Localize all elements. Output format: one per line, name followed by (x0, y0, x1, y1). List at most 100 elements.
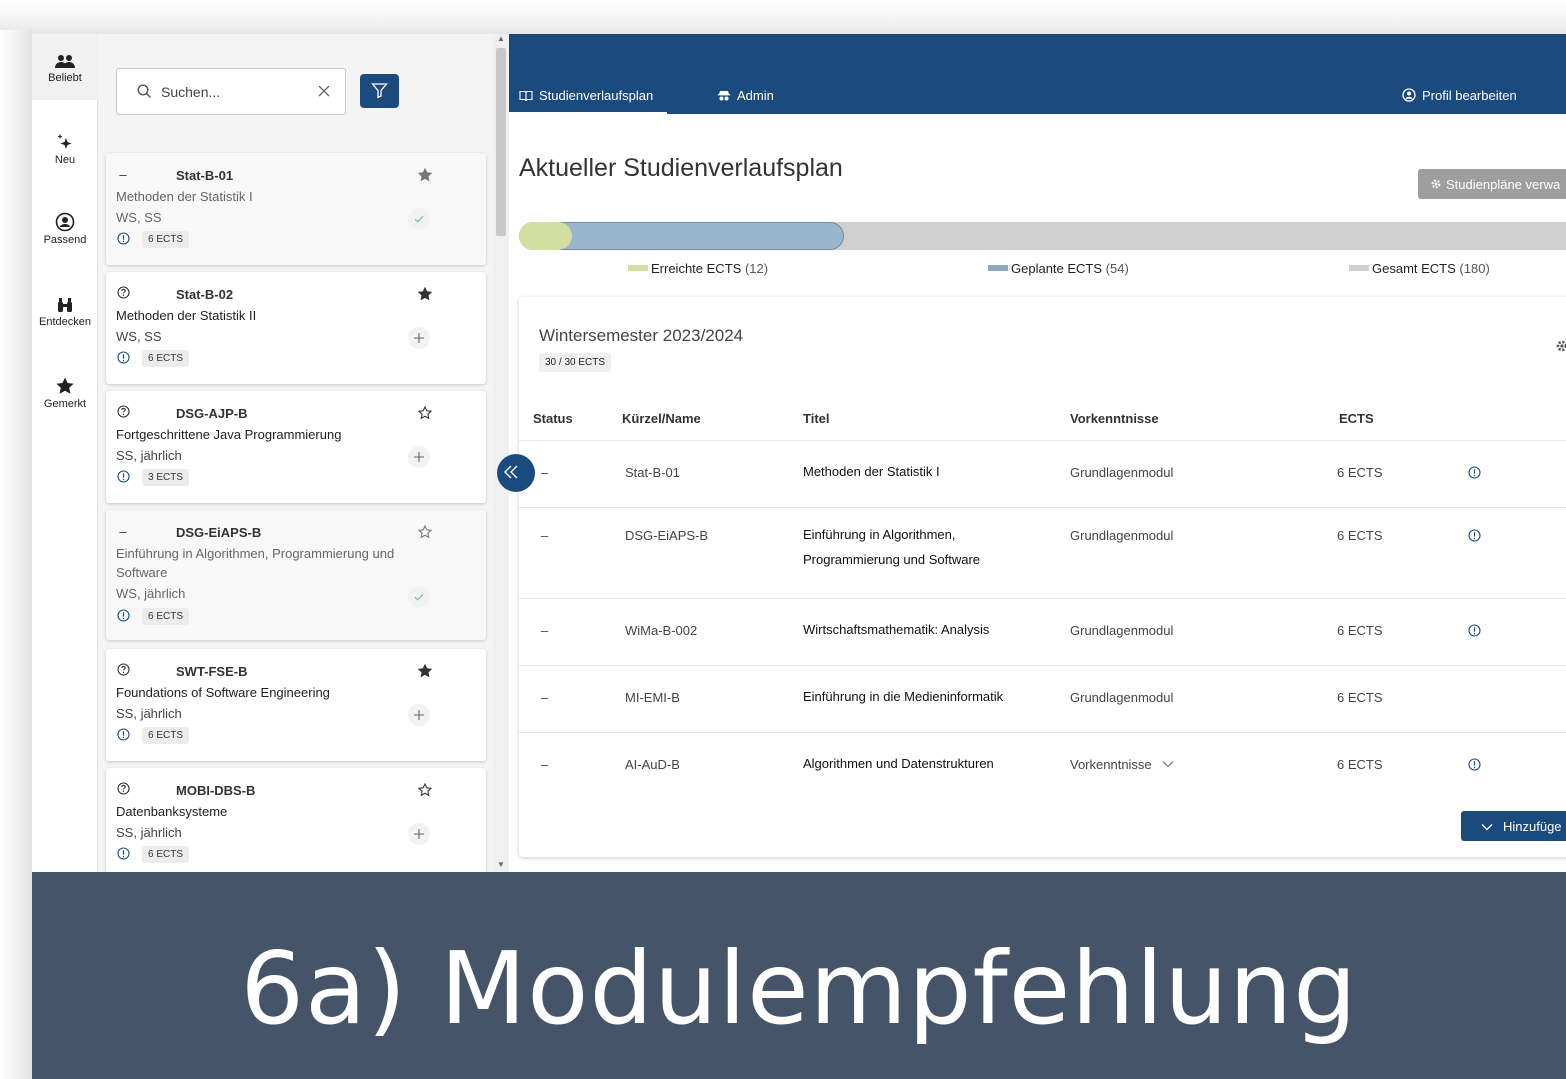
chevron-down-icon[interactable] (1162, 760, 1174, 768)
search-placeholder: Suchen... (161, 84, 221, 100)
filter-icon (371, 83, 388, 99)
add-to-plan-button[interactable] (408, 704, 430, 726)
module-status (116, 286, 130, 302)
star-filled-icon[interactable] (418, 287, 432, 301)
tab-studienverlaufsplan[interactable]: Studienverlaufsplan (519, 88, 653, 103)
legend-value: (180) (1459, 261, 1490, 276)
rail-item-gemerkt[interactable]: Gemerkt (32, 376, 98, 416)
collapse-panel-button[interactable] (497, 454, 535, 492)
added-indicator[interactable] (408, 586, 430, 608)
module-card[interactable]: MOBI-DBS-B Datenbanksysteme SS, jährlich… (106, 768, 486, 872)
info-icon[interactable] (117, 728, 130, 741)
module-status (116, 782, 130, 798)
row-title: Einführung in die Medieninformatik (803, 689, 1004, 704)
star-filled-icon[interactable] (418, 168, 432, 182)
added-indicator[interactable] (408, 208, 430, 230)
star-filled-icon[interactable] (418, 664, 432, 678)
status-dash: – (119, 524, 127, 539)
legend-swatch (1349, 265, 1369, 271)
info-icon[interactable] (1468, 529, 1481, 542)
add-to-plan-button[interactable] (408, 327, 430, 349)
gear-icon[interactable] (1555, 339, 1566, 353)
legend-label: Erreichte ECTS (651, 261, 742, 276)
star-icon (56, 377, 74, 394)
profile-edit-link[interactable]: Profil bearbeiten (1402, 88, 1517, 103)
profile-label: Profil bearbeiten (1422, 88, 1517, 103)
table-row[interactable]: – WiMa-B-002 Wirtschaftsmathematik: Anal… (519, 598, 1566, 665)
rail-item-beliebt[interactable]: Beliebt (32, 34, 98, 100)
info-icon[interactable] (117, 609, 130, 622)
table-row[interactable]: – DSG-EiAPS-B Einführung in Algorithmen,… (519, 507, 1566, 598)
rail-item-entdecken[interactable]: Entdecken (32, 296, 98, 336)
row-code: MI-EMI-B (625, 690, 680, 705)
progress-reached (519, 222, 572, 250)
backdrop-top (0, 0, 1566, 34)
star-outline-icon[interactable] (418, 525, 432, 539)
module-semester: SS, jährlich (116, 706, 182, 721)
info-icon[interactable] (117, 232, 130, 245)
legend-total: Gesamt ECTS (180) (1349, 261, 1490, 276)
row-status: – (541, 690, 549, 705)
row-prereq-label: Grundlagenmodul (1070, 690, 1174, 705)
module-ects-badge: 6 ECTS (142, 727, 190, 744)
column-header-ects: ECTS (1339, 411, 1374, 426)
active-tab-indicator (509, 112, 667, 114)
filter-button[interactable] (360, 74, 399, 108)
list-scrollbar[interactable]: ▲ ▼ (493, 34, 509, 872)
module-card[interactable]: Stat-B-02 Methoden der Statistik II WS, … (106, 272, 486, 384)
add-to-plan-button[interactable] (408, 823, 430, 845)
column-header-prereq: Vorkenntnisse (1070, 411, 1159, 426)
info-icon[interactable] (117, 847, 130, 860)
module-ects-badge: 6 ECTS (142, 231, 190, 248)
page-title: Aktueller Studienverlaufsplan (519, 154, 843, 182)
legend-reached: Erreichte ECTS (12) (628, 261, 768, 276)
rail-item-passend[interactable]: Passend (32, 212, 98, 256)
module-card[interactable]: – DSG-EiAPS-B Einführung in Algorithmen,… (106, 510, 486, 640)
info-icon[interactable] (1468, 624, 1481, 637)
module-card[interactable]: DSG-AJP-B Fortgeschrittene Java Programm… (106, 391, 486, 503)
rail-label: Beliebt (48, 72, 82, 84)
question-icon (116, 405, 130, 418)
row-prereq-label: Grundlagenmodul (1070, 623, 1174, 638)
plus-icon (414, 452, 424, 462)
table-row[interactable]: – Stat-B-01 Methoden der Statistik I Gru… (519, 440, 1566, 507)
column-header-status: Status (533, 411, 573, 426)
clear-icon[interactable] (317, 84, 331, 98)
scroll-thumb[interactable] (496, 48, 506, 236)
module-code: Stat-B-01 (176, 168, 234, 183)
info-icon[interactable] (117, 351, 130, 364)
module-semester: WS, jährlich (116, 586, 186, 601)
add-module-button[interactable]: Hinzufüge (1461, 811, 1566, 841)
row-title: Methoden der Statistik I (803, 464, 940, 479)
info-icon[interactable] (1468, 466, 1481, 479)
table-row[interactable]: – MI-EMI-B Einführung in die Medieninfor… (519, 665, 1566, 732)
table-row[interactable]: – AI-AuD-B Algorithmen und Datenstruktur… (519, 732, 1566, 799)
binoculars-icon (58, 298, 72, 312)
star-outline-icon[interactable] (418, 406, 432, 420)
info-icon[interactable] (117, 470, 130, 483)
module-card[interactable]: – Stat-B-01 Methoden der Statistik I WS,… (106, 153, 486, 265)
manage-plans-button[interactable]: Studienpläne verwa (1418, 169, 1566, 199)
scroll-down-icon[interactable]: ▼ (497, 860, 505, 869)
star-outline-icon[interactable] (418, 783, 432, 797)
module-code: Stat-B-02 (176, 287, 234, 302)
row-prereq[interactable]: Vorkenntnisse (1070, 757, 1174, 772)
rail-item-neu[interactable]: Neu (32, 132, 98, 176)
scroll-up-icon[interactable]: ▲ (497, 34, 505, 43)
row-code: Stat-B-01 (625, 465, 680, 480)
legend-label: Gesamt ECTS (1372, 261, 1456, 276)
module-status (116, 663, 130, 679)
module-card[interactable]: SWT-FSE-B Foundations of Software Engine… (106, 649, 486, 761)
row-prereq: Grundlagenmodul (1070, 690, 1173, 705)
gear-icon (1431, 179, 1441, 189)
category-rail: Beliebt Neu Passend Entdecken Gemerkt (32, 34, 98, 872)
search-input[interactable]: Suchen... (116, 68, 346, 115)
search-icon (137, 84, 151, 98)
add-to-plan-button[interactable] (408, 446, 430, 468)
rail-label: Passend (43, 234, 87, 246)
row-status: – (541, 465, 549, 480)
tab-admin[interactable]: Admin (717, 88, 774, 103)
rail-label: Entdecken (39, 316, 91, 328)
module-ects-badge: 6 ECTS (142, 846, 190, 863)
info-icon[interactable] (1468, 758, 1481, 771)
